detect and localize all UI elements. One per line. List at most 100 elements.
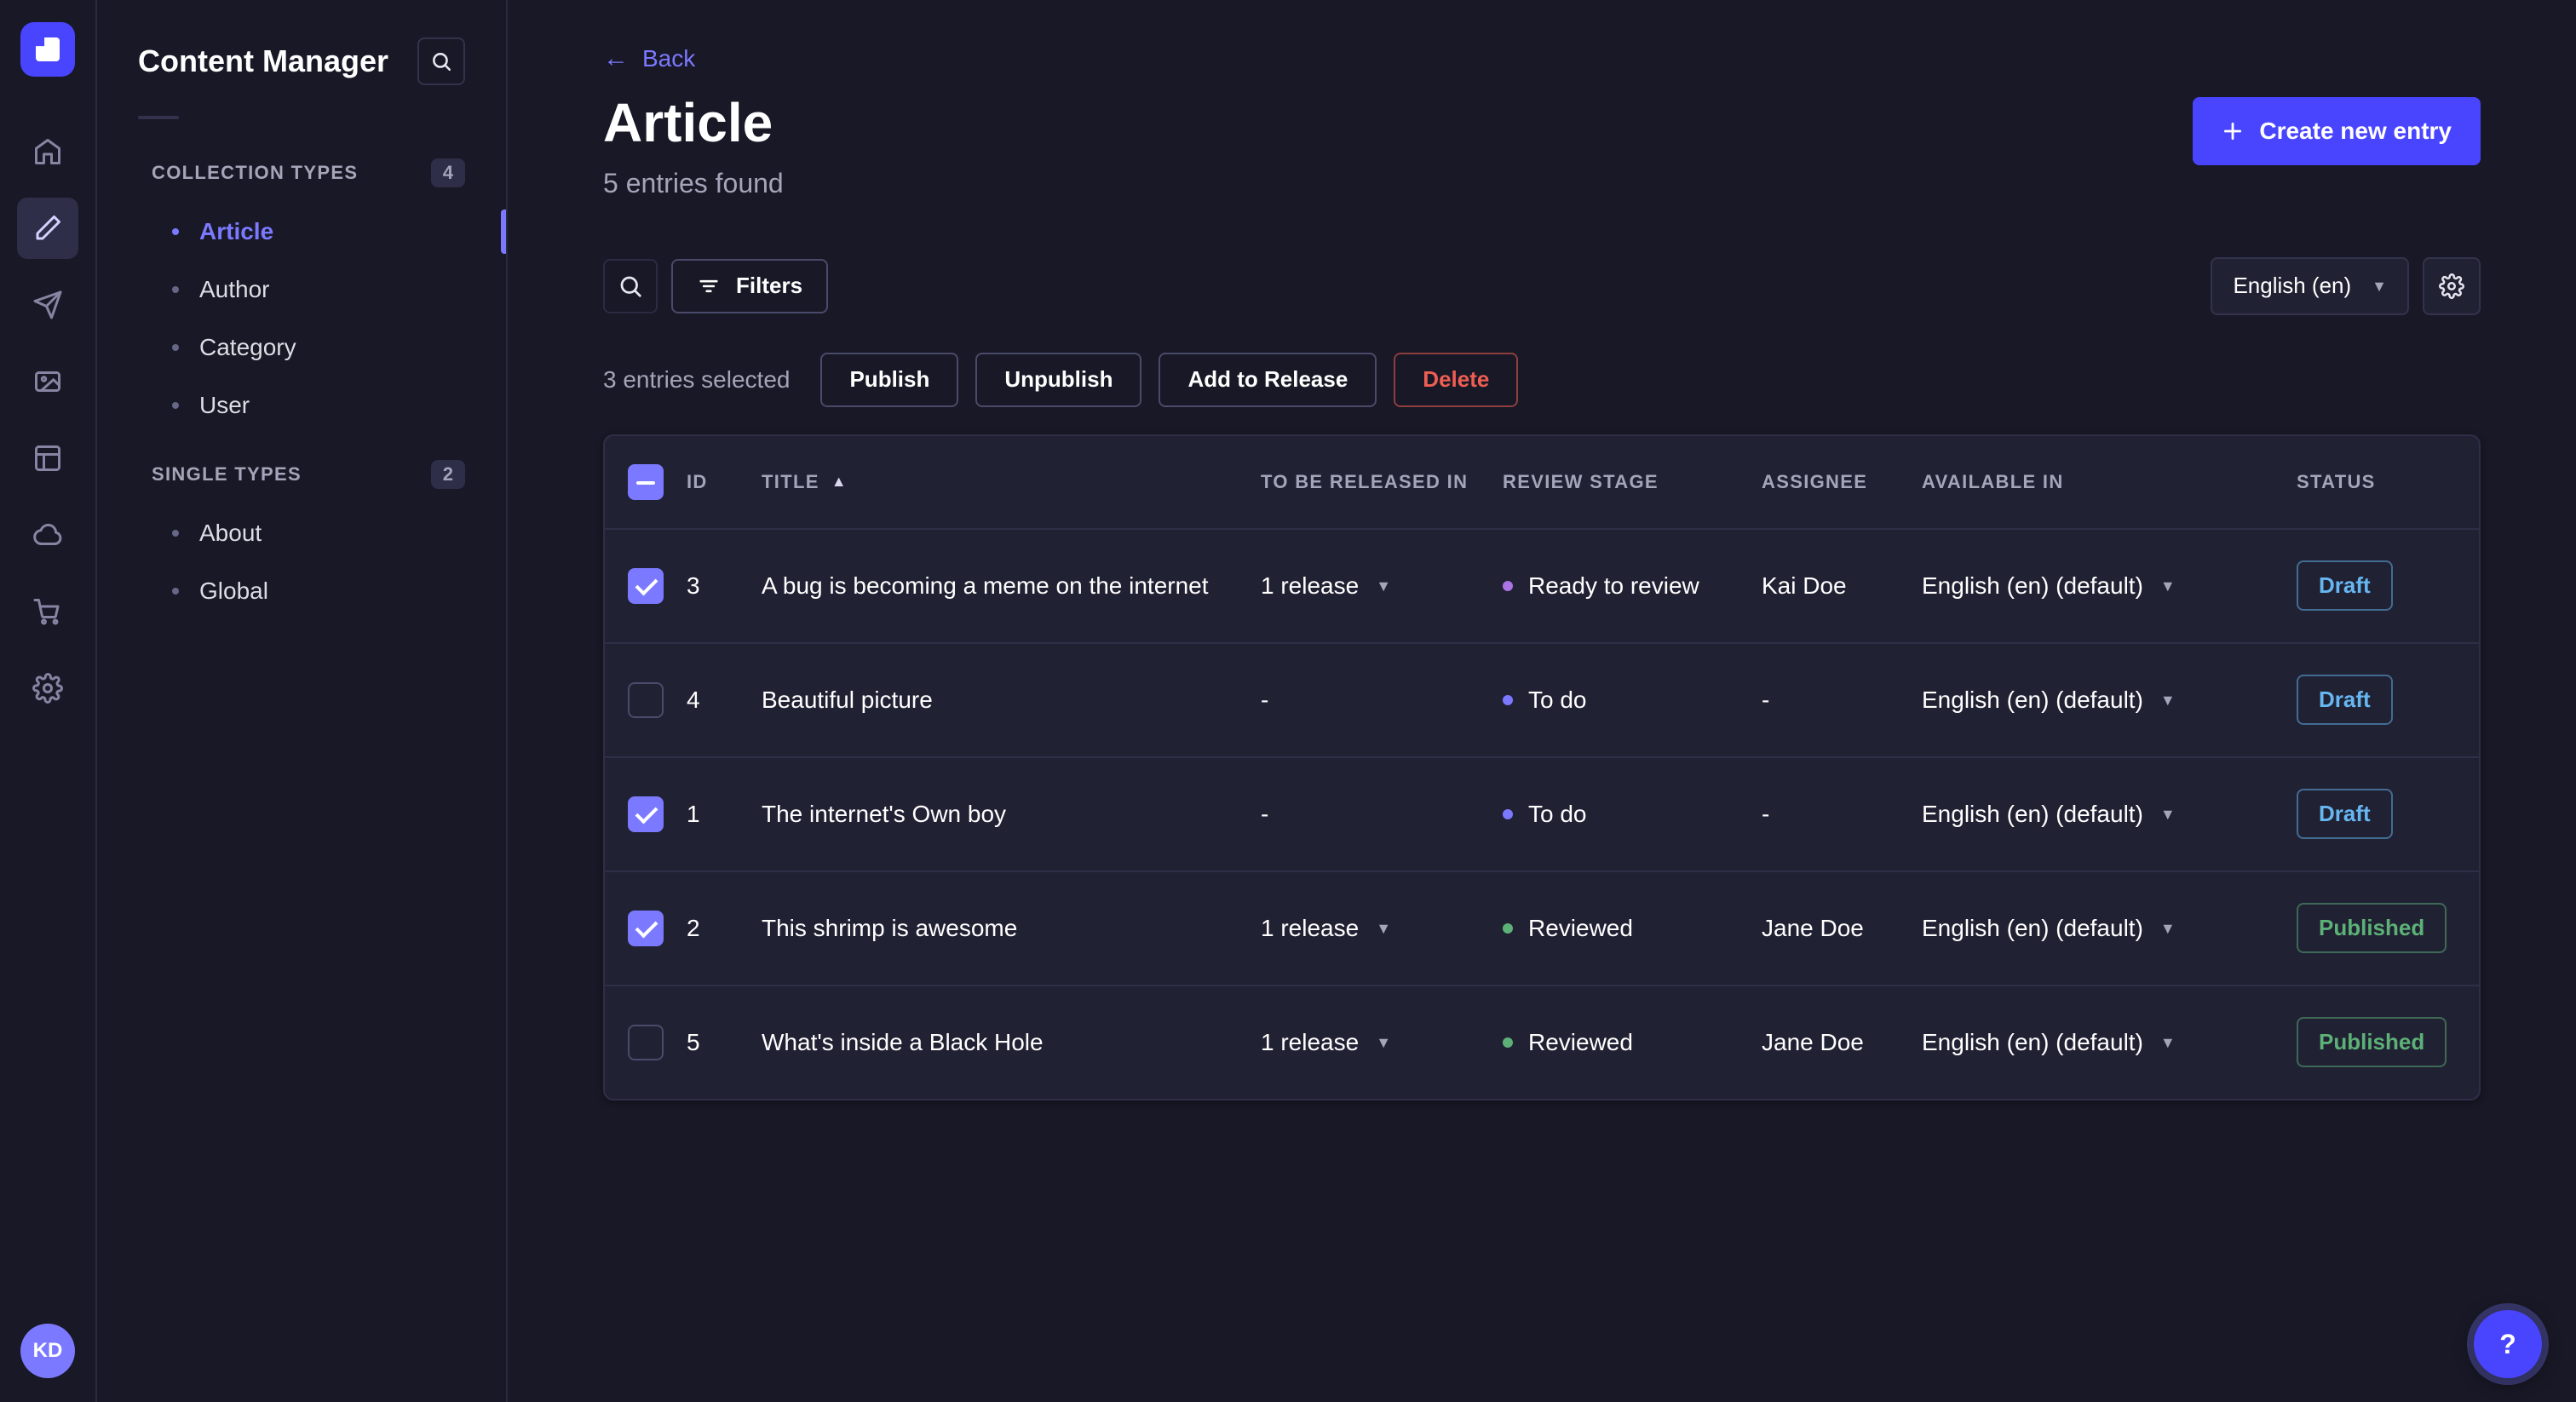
sidebar-search-button[interactable] [417, 37, 465, 85]
strapi-logo[interactable] [20, 22, 75, 77]
nav-settings-button[interactable] [17, 658, 78, 719]
add-to-release-button[interactable]: Add to Release [1159, 352, 1377, 407]
bullet-icon [172, 228, 179, 235]
sidebar-item-global[interactable]: Global [138, 562, 465, 620]
locale-selected-value: English (en) [2233, 273, 2352, 299]
table-row[interactable]: 1 The internet's Own boy - ▼ To do - Eng… [605, 756, 2479, 871]
cell-assignee: Kai Doe [1762, 572, 1847, 599]
row-checkbox[interactable] [628, 1024, 664, 1060]
search-icon [433, 53, 451, 72]
table-row[interactable]: 3 A bug is becoming a meme on the intern… [605, 527, 2479, 642]
nav-media-library-button[interactable] [17, 351, 78, 412]
filters-button[interactable]: Filters [671, 258, 829, 313]
unpublish-button[interactable]: Unpublish [975, 352, 1142, 407]
sidebar-item-about[interactable]: About [138, 504, 465, 562]
cell-release: - ▼ [1261, 687, 1503, 714]
sidebar-item-label: Article [199, 218, 274, 244]
help-button[interactable]: ? [2474, 1310, 2542, 1378]
collection-types-section: COLLECTION TYPES 4 Article Author Catego… [138, 143, 465, 434]
nav-releases-button[interactable] [17, 274, 78, 336]
table-row[interactable]: 4 Beautiful picture - ▼ To do - English … [605, 641, 2479, 756]
column-label: ASSIGNEE [1762, 470, 1868, 492]
locale-value: English (en) (default) [1922, 1028, 2143, 1055]
release-value: - [1261, 686, 1269, 713]
back-arrow-icon: ← [603, 44, 629, 72]
column-header-review-stage: REVIEW STAGE [1503, 471, 1762, 493]
sidebar-title: Content Manager [138, 43, 389, 78]
row-checkbox[interactable] [628, 567, 664, 604]
release-value: - [1261, 800, 1269, 827]
column-header-title[interactable]: TITLE ▲ [762, 471, 1261, 493]
table-row[interactable]: 5 What's inside a Black Hole 1 release ▼… [605, 984, 2479, 1099]
row-checkbox[interactable] [628, 681, 664, 718]
stage-label: Reviewed [1528, 914, 1633, 941]
sort-asc-icon: ▲ [831, 473, 848, 491]
locale-select[interactable]: English (en) ▼ [2211, 256, 2409, 315]
sidebar-item-author[interactable]: Author [138, 261, 465, 319]
cell-review-stage: Reviewed [1503, 1029, 1762, 1056]
cell-release[interactable]: 1 release ▼ [1261, 572, 1503, 600]
table-row[interactable]: 2 This shrimp is awesome 1 release ▼ Rev… [605, 870, 2479, 985]
column-header-assignee: ASSIGNEE [1762, 471, 1922, 493]
sidebar-item-label: Author [199, 276, 270, 302]
sidebar-item-label: Category [199, 334, 296, 360]
sidebar-item-user[interactable]: User [138, 376, 465, 434]
stage-dot-icon [1503, 580, 1513, 591]
cell-review-stage: To do [1503, 801, 1762, 828]
create-new-entry-button[interactable]: Create new entry [2193, 97, 2481, 165]
publish-button[interactable]: Publish [820, 352, 959, 407]
column-header-id[interactable]: ID [687, 471, 762, 493]
main-content: ← Back Article 5 entries found Create ne… [508, 0, 2576, 1402]
sidebar-item-category[interactable]: Category [138, 319, 465, 376]
home-icon [35, 139, 60, 164]
avatar[interactable]: KD [20, 1324, 75, 1378]
nav-marketplace-button[interactable] [17, 581, 78, 642]
create-new-entry-label: Create new entry [2259, 118, 2452, 144]
cell-status: Draft [2297, 675, 2479, 726]
chevron-down-icon: ▼ [2159, 691, 2176, 709]
status-badge: Draft [2297, 789, 2393, 840]
select-all-checkbox[interactable] [628, 463, 664, 500]
column-label: ID [687, 470, 708, 492]
cell-release[interactable]: 1 release ▼ [1261, 915, 1503, 942]
cell-available-in[interactable]: English (en) (default) ▼ [1922, 687, 2297, 714]
column-header-to-be-released-in: TO BE RELEASED IN [1261, 471, 1503, 493]
nav-rail: KD [0, 0, 97, 1402]
bullet-icon [172, 344, 179, 351]
cell-release[interactable]: 1 release ▼ [1261, 1029, 1503, 1056]
cell-assignee: Jane Doe [1762, 914, 1864, 941]
nav-content-type-builder-button[interactable] [17, 428, 78, 489]
view-settings-button[interactable] [2423, 256, 2481, 315]
cell-available-in[interactable]: English (en) (default) ▼ [1922, 1029, 2297, 1056]
cell-review-stage: Reviewed [1503, 915, 1762, 942]
sidebar-item-label: User [199, 392, 250, 418]
chevron-down-icon: ▼ [2372, 277, 2387, 295]
chevron-down-icon: ▼ [2159, 1033, 2176, 1051]
cell-available-in[interactable]: English (en) (default) ▼ [1922, 915, 2297, 942]
back-link[interactable]: ← Back [603, 44, 695, 73]
release-value: 1 release [1261, 914, 1360, 941]
release-value: 1 release [1261, 572, 1360, 599]
pen-icon [36, 215, 60, 240]
cell-review-stage: Ready to review [1503, 572, 1762, 600]
nav-deploy-button[interactable] [17, 504, 78, 566]
paper-plane-icon [33, 290, 62, 319]
strapi-logo-icon [36, 37, 60, 61]
stage-dot-icon [1503, 922, 1513, 934]
row-checkbox[interactable] [628, 796, 664, 832]
cell-id: 5 [687, 1028, 700, 1055]
delete-button[interactable]: Delete [1394, 352, 1519, 407]
cell-id: 2 [687, 914, 700, 941]
search-button[interactable] [603, 258, 658, 313]
table-header-row: ID TITLE ▲ TO BE RELEASED IN REVIEW STAG… [605, 436, 2479, 528]
nav-content-manager-button[interactable] [17, 198, 78, 259]
sidebar-item-article[interactable]: Article [138, 203, 465, 261]
column-label: AVAILABLE IN [1922, 470, 2064, 492]
row-checkbox[interactable] [628, 910, 664, 946]
back-label: Back [642, 45, 696, 72]
sidebar-item-label: About [199, 520, 262, 546]
cell-available-in[interactable]: English (en) (default) ▼ [1922, 572, 2297, 600]
nav-home-button[interactable] [17, 121, 78, 182]
cell-available-in[interactable]: English (en) (default) ▼ [1922, 801, 2297, 828]
cell-title: What's inside a Black Hole [762, 1028, 1044, 1055]
